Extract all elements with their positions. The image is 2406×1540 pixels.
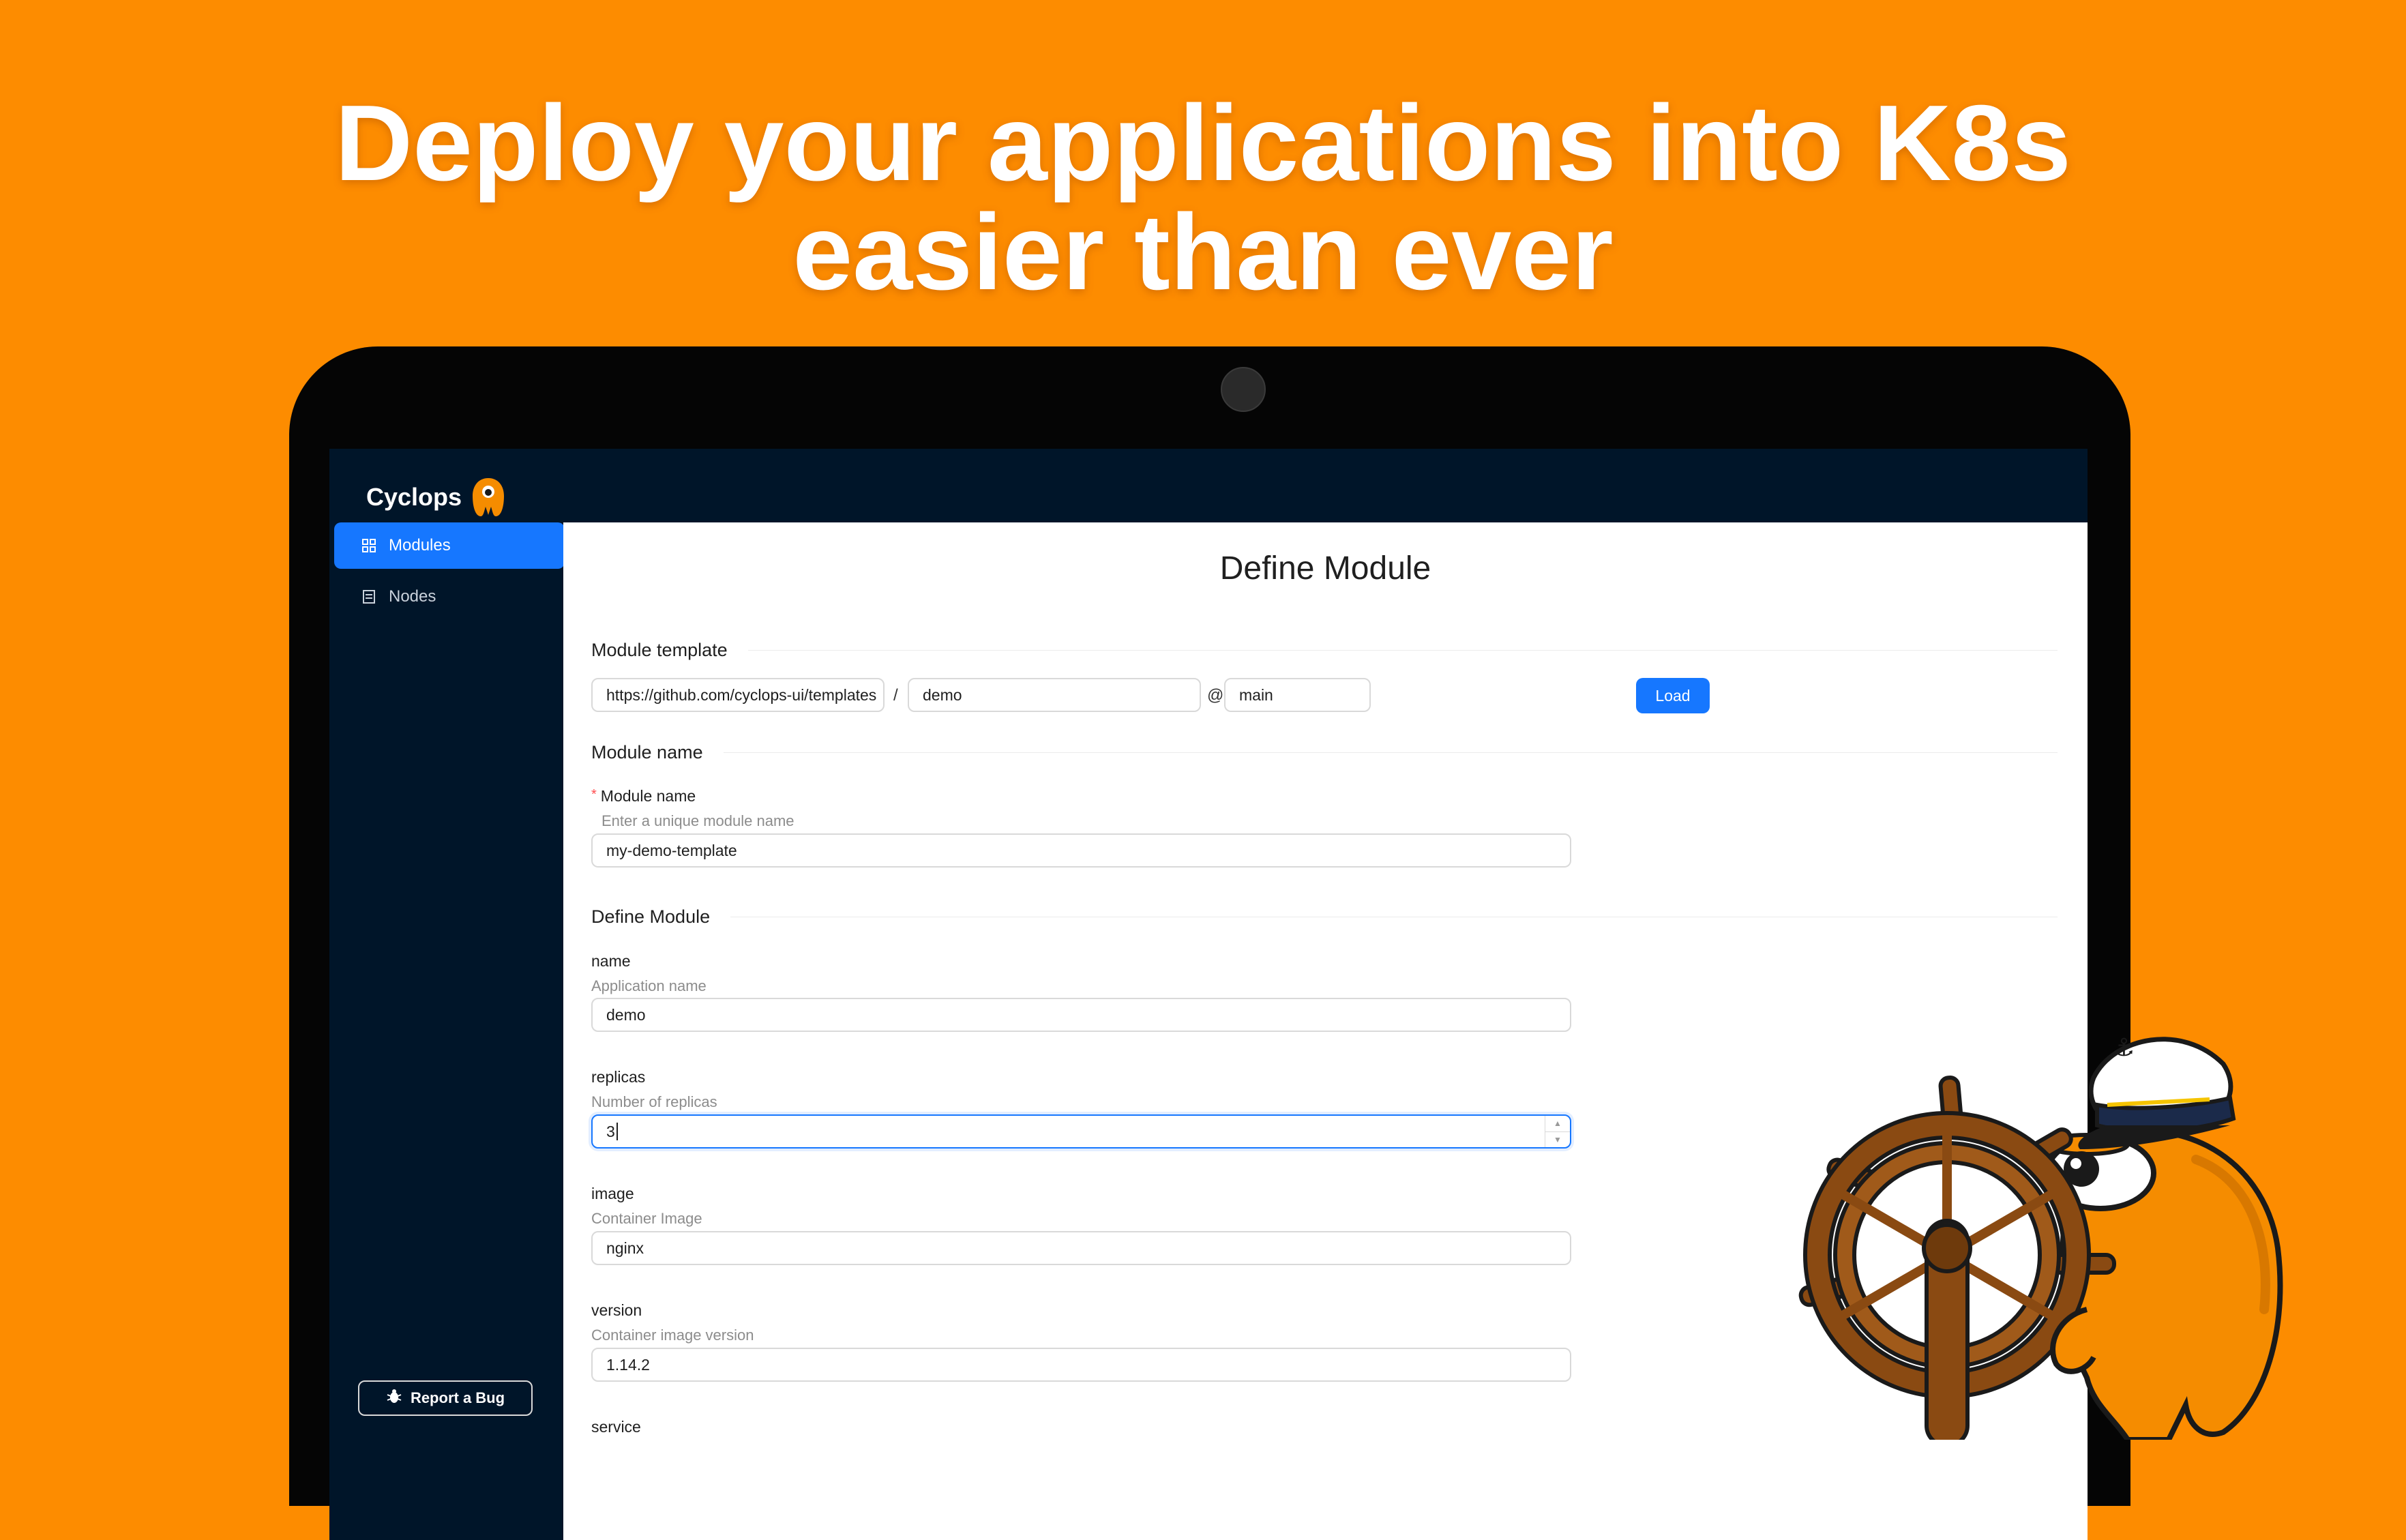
sidebar-item-nodes[interactable]: Nodes <box>334 574 565 620</box>
required-marker: * <box>591 787 597 802</box>
modules-icon <box>361 538 376 553</box>
divider <box>723 752 2058 753</box>
chevron-up-icon[interactable]: ▲ <box>1545 1116 1570 1132</box>
field-label: version <box>591 1301 642 1319</box>
brand-name: Cyclops <box>366 483 462 511</box>
field-help: Container Image <box>591 1210 702 1227</box>
section-title: Module name <box>591 742 703 762</box>
path-separator: / <box>893 686 898 705</box>
report-bug-button[interactable]: Report a Bug <box>358 1380 533 1416</box>
text-caret <box>616 1123 618 1140</box>
path-input[interactable]: demo <box>908 678 1201 712</box>
section-title: Define Module <box>591 906 711 927</box>
nodes-icon <box>361 589 376 604</box>
field-label: replicas <box>591 1068 646 1086</box>
captain-mascot-icon: ⚓ <box>1798 1034 2283 1440</box>
sidebar-item-modules[interactable]: Modules <box>334 522 565 569</box>
field-label: service <box>591 1418 641 1436</box>
hero-line-2: easier than ever <box>792 192 1614 312</box>
version-field-input[interactable]: 1.14.2 <box>591 1348 1571 1382</box>
brand[interactable]: Cyclops <box>366 473 505 521</box>
section-title: Module template <box>591 640 728 660</box>
page-title: Define Module <box>1219 550 1431 587</box>
chevron-down-icon[interactable]: ▼ <box>1545 1132 1570 1148</box>
field-label: name <box>591 952 631 970</box>
svg-text:⚓: ⚓ <box>2113 1034 2135 1062</box>
field-help: Container image version <box>591 1327 754 1344</box>
field-label: image <box>591 1185 634 1202</box>
cyclops-logo-icon <box>471 477 505 518</box>
field-help: Application name <box>591 977 707 994</box>
replicas-stepper[interactable]: ▲ ▼ <box>1545 1116 1570 1147</box>
image-input[interactable]: nginx <box>591 1231 1571 1265</box>
report-bug-label: Report a Bug <box>410 1389 505 1406</box>
define-module-section: Define Module <box>591 906 2058 928</box>
sidebar-item-label: Modules <box>389 536 451 554</box>
divider <box>747 650 2058 651</box>
hero-headline: Deploy your applications into K8s easier… <box>0 89 2406 307</box>
field-help: Number of replicas <box>591 1093 717 1110</box>
camera-icon <box>1221 367 1266 412</box>
name-input[interactable]: demo <box>591 998 1571 1032</box>
label-text: Module name <box>600 787 696 805</box>
version-input[interactable]: main <box>1224 678 1371 712</box>
load-button[interactable]: Load <box>1636 678 1710 713</box>
hero-line-1: Deploy your applications into K8s <box>335 83 2071 203</box>
version-separator: @ <box>1207 686 1224 705</box>
sidebar-item-label: Nodes <box>389 587 436 606</box>
module-template-section: Module template <box>591 640 2058 661</box>
module-name-section: Module name <box>591 742 2058 763</box>
replicas-input[interactable]: 3 ▲ ▼ <box>591 1114 1571 1149</box>
repo-url-input[interactable]: https://github.com/cyclops-ui/templates <box>591 678 885 712</box>
bug-icon <box>386 1388 402 1408</box>
module-name-label: * Module name <box>591 787 696 805</box>
replicas-value: 3 <box>606 1122 615 1140</box>
module-name-input[interactable]: my-demo-template <box>591 833 1571 868</box>
module-name-help: Enter a unique module name <box>602 812 794 829</box>
